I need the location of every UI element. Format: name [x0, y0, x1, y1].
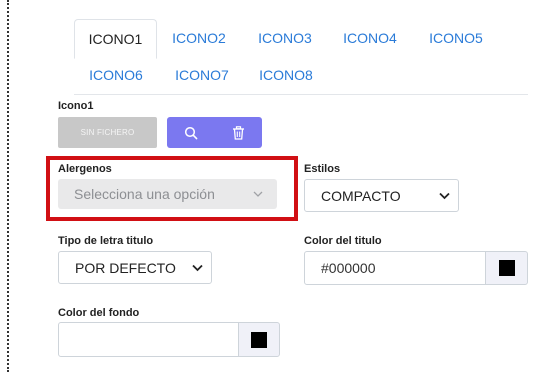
tab-icono4[interactable]: ICONO4 [331, 19, 409, 57]
tab-icono1[interactable]: ICONO1 [74, 19, 157, 59]
background-color-input[interactable] [58, 322, 239, 357]
allergens-label: Alergenos [58, 163, 112, 175]
styles-select[interactable]: COMPACTO [304, 179, 459, 212]
trash-icon [233, 125, 244, 140]
search-icon [184, 126, 197, 139]
title-color-label: Color del titulo [304, 235, 382, 247]
delete-file-button[interactable] [215, 117, 262, 148]
panel-edge-divider [7, 0, 9, 372]
tab-icono2[interactable]: ICONO2 [160, 19, 238, 57]
icon-field-label: Icono1 [58, 100, 94, 112]
title-font-label: Tipo de letra titulo [58, 235, 154, 247]
tab-icono7[interactable]: ICONO7 [163, 56, 241, 94]
allergens-placeholder: Selecciona una opción [74, 186, 215, 202]
background-color-picker[interactable] [238, 322, 280, 357]
allergens-select[interactable]: Selecciona una opción [58, 179, 277, 209]
title-font-select[interactable]: POR DEFECTO [58, 251, 212, 284]
search-file-button[interactable] [167, 117, 214, 148]
styles-label: Estilos [304, 163, 341, 175]
title-font-value: POR DEFECTO [75, 259, 176, 276]
chevron-down-icon [439, 192, 450, 199]
chevron-down-icon [192, 264, 203, 271]
background-color-swatch [251, 331, 267, 348]
tab-icono8[interactable]: ICONO8 [247, 56, 325, 94]
file-name-display: SIN FICHERO [58, 117, 157, 148]
file-action-group [167, 117, 262, 148]
tab-icono5[interactable]: ICONO5 [417, 19, 495, 57]
title-color-swatch [498, 260, 515, 276]
background-color-label: Color del fondo [58, 307, 140, 319]
tab-icono6[interactable]: ICONO6 [77, 56, 155, 94]
chevron-down-icon [253, 191, 263, 197]
tab-icono3[interactable]: ICONO3 [246, 19, 324, 57]
styles-value: COMPACTO [321, 187, 401, 204]
title-color-input[interactable]: #000000 [304, 251, 486, 285]
tab-bar-divider [74, 94, 528, 95]
title-color-picker[interactable] [485, 251, 528, 285]
title-color-value: #000000 [321, 260, 376, 276]
